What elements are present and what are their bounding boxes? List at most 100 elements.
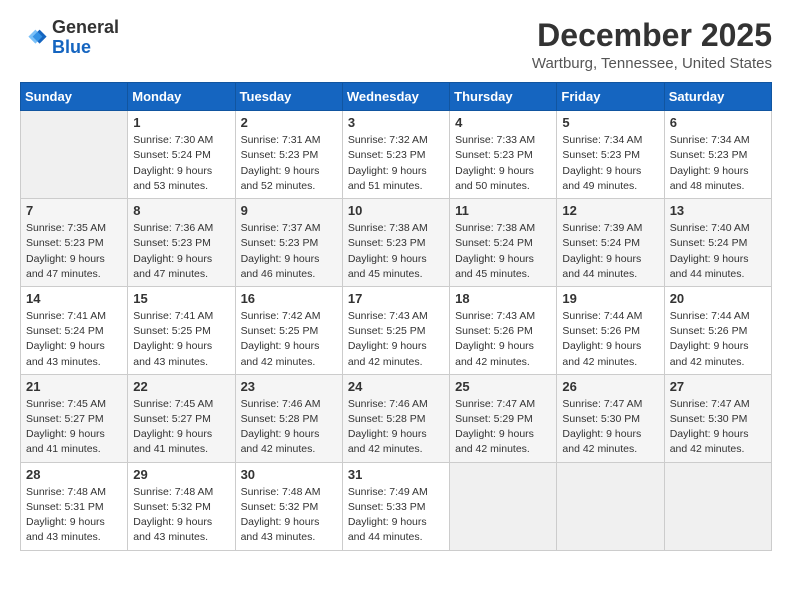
day-number: 19 <box>562 291 658 306</box>
calendar-cell: 19 Sunrise: 7:44 AMSunset: 5:26 PMDayligh… <box>557 286 664 374</box>
calendar-cell: 6Sunrise: 7:34 AMSunset: 5:23 PMDaylight… <box>664 111 771 199</box>
day-info: Sunrise: 7:46 AMSunset: 5:28 PMDaylight:… <box>348 397 444 458</box>
day-number: 22 <box>133 379 229 394</box>
calendar-cell: 5 Sunrise: 7:34 AMSunset: 5:23 PMDaylight… <box>557 111 664 199</box>
day-info: Sunrise: 7:34 AMSunset: 5:23 PMDaylight:… <box>670 133 766 194</box>
calendar-cell: 3 Sunrise: 7:32 AMSunset: 5:23 PMDaylight… <box>342 111 449 199</box>
calendar-cell: 15 Sunrise: 7:41 AMSunset: 5:25 PMDayligh… <box>128 286 235 374</box>
day-of-week-header: Sunday <box>21 83 128 111</box>
calendar-cell: 23 Sunrise: 7:46 AMSunset: 5:28 PMDayligh… <box>235 374 342 462</box>
calendar-cell <box>664 462 771 550</box>
day-info: Sunrise: 7:47 AMSunset: 5:30 PMDaylight:… <box>562 397 658 458</box>
calendar-cell: 18 Sunrise: 7:43 AMSunset: 5:26 PMDayligh… <box>450 286 557 374</box>
day-info: Sunrise: 7:44 AMSunset: 5:26 PMDaylight:… <box>670 309 766 370</box>
day-number: 18 <box>455 291 551 306</box>
day-info: Sunrise: 7:36 AMSunset: 5:23 PMDaylight:… <box>133 221 229 282</box>
calendar-cell: 11Sunrise: 7:38 AMSunset: 5:24 PMDayligh… <box>450 199 557 287</box>
day-number: 3 <box>348 115 444 130</box>
calendar-cell: 17 Sunrise: 7:43 AMSunset: 5:25 PMDayligh… <box>342 286 449 374</box>
calendar-cell: 12Sunrise: 7:39 AMSunset: 5:24 PMDayligh… <box>557 199 664 287</box>
calendar-cell: 25 Sunrise: 7:47 AMSunset: 5:29 PMDayligh… <box>450 374 557 462</box>
day-number: 17 <box>348 291 444 306</box>
day-number: 26 <box>562 379 658 394</box>
day-info: Sunrise: 7:34 AMSunset: 5:23 PMDaylight:… <box>562 133 658 194</box>
day-info: Sunrise: 7:47 AMSunset: 5:29 PMDaylight:… <box>455 397 551 458</box>
day-number: 13 <box>670 203 766 218</box>
calendar-week-row: 21 Sunrise: 7:45 AMSunset: 5:27 PMDayligh… <box>21 374 772 462</box>
day-info: Sunrise: 7:46 AMSunset: 5:28 PMDaylight:… <box>241 397 337 458</box>
day-info: Sunrise: 7:43 AMSunset: 5:25 PMDaylight:… <box>348 309 444 370</box>
calendar-cell: 22 Sunrise: 7:45 AMSunset: 5:27 PMDayligh… <box>128 374 235 462</box>
day-number: 2 <box>241 115 337 130</box>
calendar-cell: 8 Sunrise: 7:36 AMSunset: 5:23 PMDaylight… <box>128 199 235 287</box>
calendar-cell: 9 Sunrise: 7:37 AMSunset: 5:23 PMDaylight… <box>235 199 342 287</box>
calendar-week-row: 7 Sunrise: 7:35 AMSunset: 5:23 PMDaylight… <box>21 199 772 287</box>
day-number: 15 <box>133 291 229 306</box>
calendar-cell: 27 Sunrise: 7:47 AMSunset: 5:30 PMDayligh… <box>664 374 771 462</box>
day-number: 20 <box>670 291 766 306</box>
day-number: 8 <box>133 203 229 218</box>
day-number: 23 <box>241 379 337 394</box>
calendar-cell: 30 Sunrise: 7:48 AMSunset: 5:32 PMDayligh… <box>235 462 342 550</box>
day-number: 29 <box>133 467 229 482</box>
day-info: Sunrise: 7:45 AMSunset: 5:27 PMDaylight:… <box>133 397 229 458</box>
calendar-cell <box>21 111 128 199</box>
calendar-cell: 13 Sunrise: 7:40 AMSunset: 5:24 PMDayligh… <box>664 199 771 287</box>
day-number: 12 <box>562 203 658 218</box>
calendar-cell: 10 Sunrise: 7:38 AMSunset: 5:23 PMDayligh… <box>342 199 449 287</box>
day-info: Sunrise: 7:41 AMSunset: 5:25 PMDaylight:… <box>133 309 229 370</box>
day-number: 21 <box>26 379 122 394</box>
day-number: 16 <box>241 291 337 306</box>
page-header: General Blue December 2025 Wartburg, Ten… <box>20 18 772 72</box>
day-info: Sunrise: 7:49 AMSunset: 5:33 PMDaylight:… <box>348 485 444 546</box>
day-number: 10 <box>348 203 444 218</box>
calendar-cell <box>557 462 664 550</box>
day-number: 30 <box>241 467 337 482</box>
day-info: Sunrise: 7:40 AMSunset: 5:24 PMDaylight:… <box>670 221 766 282</box>
day-info: Sunrise: 7:42 AMSunset: 5:25 PMDaylight:… <box>241 309 337 370</box>
calendar-week-row: 14Sunrise: 7:41 AMSunset: 5:24 PMDayligh… <box>21 286 772 374</box>
calendar-cell: 31 Sunrise: 7:49 AMSunset: 5:33 PMDayligh… <box>342 462 449 550</box>
day-number: 25 <box>455 379 551 394</box>
calendar-cell: 28Sunrise: 7:48 AMSunset: 5:31 PMDayligh… <box>21 462 128 550</box>
day-info: Sunrise: 7:38 AMSunset: 5:23 PMDaylight:… <box>348 221 444 282</box>
calendar-cell: 14Sunrise: 7:41 AMSunset: 5:24 PMDayligh… <box>21 286 128 374</box>
title-block: December 2025 Wartburg, Tennessee, Unite… <box>532 18 772 72</box>
day-info: Sunrise: 7:37 AMSunset: 5:23 PMDaylight:… <box>241 221 337 282</box>
day-number: 7 <box>26 203 122 218</box>
day-info: Sunrise: 7:43 AMSunset: 5:26 PMDaylight:… <box>455 309 551 370</box>
logo-text: General Blue <box>52 18 119 58</box>
calendar-cell: 16 Sunrise: 7:42 AMSunset: 5:25 PMDayligh… <box>235 286 342 374</box>
location: Wartburg, Tennessee, United States <box>532 55 772 72</box>
calendar-cell: 21 Sunrise: 7:45 AMSunset: 5:27 PMDayligh… <box>21 374 128 462</box>
day-number: 4 <box>455 115 551 130</box>
logo-icon <box>20 24 48 52</box>
calendar-cell: 7 Sunrise: 7:35 AMSunset: 5:23 PMDaylight… <box>21 199 128 287</box>
calendar-cell: 1 Sunrise: 7:30 AMSunset: 5:24 PMDaylight… <box>128 111 235 199</box>
day-info: Sunrise: 7:35 AMSunset: 5:23 PMDaylight:… <box>26 221 122 282</box>
day-info: Sunrise: 7:33 AMSunset: 5:23 PMDaylight:… <box>455 133 551 194</box>
day-info: Sunrise: 7:47 AMSunset: 5:30 PMDaylight:… <box>670 397 766 458</box>
day-of-week-header: Wednesday <box>342 83 449 111</box>
day-info: Sunrise: 7:41 AMSunset: 5:24 PMDaylight:… <box>26 309 122 370</box>
calendar-cell: 2Sunrise: 7:31 AMSunset: 5:23 PMDaylight… <box>235 111 342 199</box>
day-number: 28 <box>26 467 122 482</box>
day-info: Sunrise: 7:45 AMSunset: 5:27 PMDaylight:… <box>26 397 122 458</box>
day-number: 5 <box>562 115 658 130</box>
day-info: Sunrise: 7:48 AMSunset: 5:32 PMDaylight:… <box>241 485 337 546</box>
month-title: December 2025 <box>532 18 772 53</box>
calendar-cell: 24 Sunrise: 7:46 AMSunset: 5:28 PMDayligh… <box>342 374 449 462</box>
day-info: Sunrise: 7:32 AMSunset: 5:23 PMDaylight:… <box>348 133 444 194</box>
day-info: Sunrise: 7:30 AMSunset: 5:24 PMDaylight:… <box>133 133 229 194</box>
calendar-header-row: SundayMondayTuesdayWednesdayThursdayFrid… <box>21 83 772 111</box>
day-number: 9 <box>241 203 337 218</box>
calendar-cell: 20 Sunrise: 7:44 AMSunset: 5:26 PMDayligh… <box>664 286 771 374</box>
day-number: 31 <box>348 467 444 482</box>
logo: General Blue <box>20 18 119 58</box>
day-of-week-header: Monday <box>128 83 235 111</box>
day-number: 27 <box>670 379 766 394</box>
day-info: Sunrise: 7:44 AMSunset: 5:26 PMDaylight:… <box>562 309 658 370</box>
calendar-cell: 4 Sunrise: 7:33 AMSunset: 5:23 PMDaylight… <box>450 111 557 199</box>
day-number: 1 <box>133 115 229 130</box>
day-number: 24 <box>348 379 444 394</box>
